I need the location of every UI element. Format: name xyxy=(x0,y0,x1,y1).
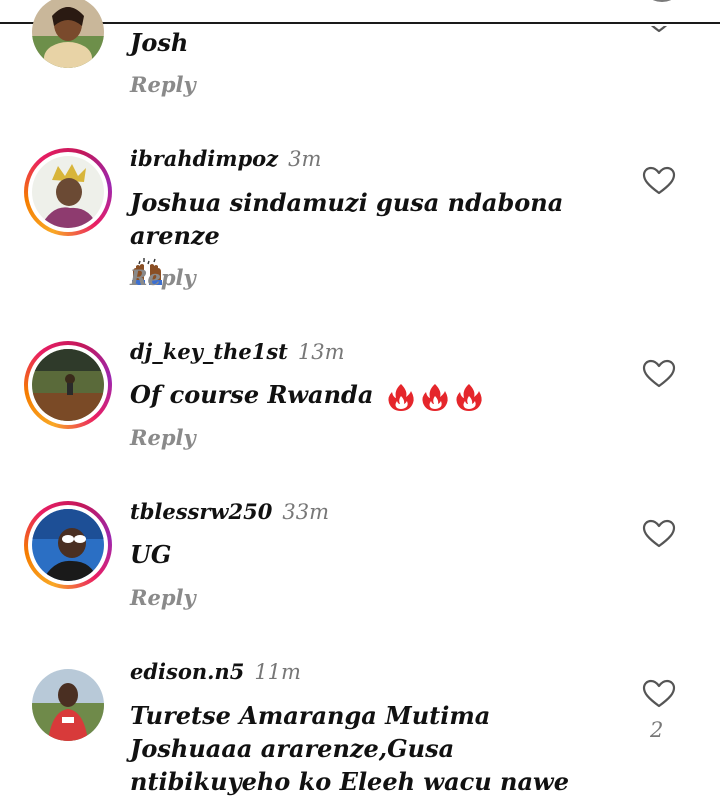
comment-body: Joshua sindamuzi gusa ndabona arenze xyxy=(130,188,564,250)
comment-text: Turetse Amaranga Mutima Joshuaaa ararenz… xyxy=(130,701,569,796)
timestamp: 3m xyxy=(288,147,322,171)
comment-text: Joshua sindamuzi gusa ndabona arenze xyxy=(130,186,620,286)
reply-button[interactable]: Reply xyxy=(130,265,196,290)
user-photo-avatar xyxy=(32,509,104,581)
like-count[interactable]: 2 xyxy=(650,718,663,742)
heart-outline-icon[interactable] xyxy=(642,26,676,34)
avatar-story-ring[interactable] xyxy=(24,501,112,589)
comment-meta: tblessrw250 33m xyxy=(130,499,329,524)
fire-icon xyxy=(456,383,482,411)
comment-text: Of course Rwanda xyxy=(130,378,620,412)
header-divider xyxy=(0,22,720,24)
user-photo-avatar xyxy=(32,669,104,741)
user-photo-avatar xyxy=(32,349,104,421)
reply-button[interactable]: Reply xyxy=(130,585,196,610)
username[interactable]: dj_key_the1st xyxy=(130,339,288,364)
username[interactable]: edison.n5 xyxy=(130,659,244,684)
comment-text: UG xyxy=(130,540,172,569)
comment-text: Josh xyxy=(130,28,189,57)
reply-button[interactable]: Reply xyxy=(130,72,196,97)
username[interactable]: ibrahdimpoz xyxy=(130,146,278,171)
avatar xyxy=(32,509,104,581)
avatar[interactable] xyxy=(32,669,104,741)
reply-button[interactable]: Reply xyxy=(130,425,196,450)
comment-body: Of course Rwanda xyxy=(130,380,374,409)
avatar xyxy=(32,156,104,228)
avatar xyxy=(32,349,104,421)
fire-icon xyxy=(388,383,414,411)
sheet-handle-button[interactable] xyxy=(640,0,684,2)
heart-outline-icon[interactable] xyxy=(642,679,676,709)
comment-meta: edison.n5 11m xyxy=(130,659,301,684)
timestamp: 11m xyxy=(254,660,301,684)
comment-meta: dj_key_the1st 13m xyxy=(130,339,345,364)
heart-outline-icon[interactable] xyxy=(642,519,676,549)
comments-screen: Josh Reply ibrahdimpoz 3m Joshua sindamuz… xyxy=(0,0,720,797)
timestamp: 13m xyxy=(297,340,345,364)
username[interactable]: tblessrw250 xyxy=(130,499,272,524)
fire-icon xyxy=(422,383,448,411)
heart-outline-icon[interactable] xyxy=(642,359,676,389)
avatar[interactable] xyxy=(32,0,104,68)
timestamp: 33m xyxy=(282,500,329,524)
user-photo-avatar xyxy=(32,156,104,228)
avatar-story-ring[interactable] xyxy=(24,341,112,429)
heart-outline-icon[interactable] xyxy=(642,166,676,196)
avatar-story-ring[interactable] xyxy=(24,148,112,236)
comment-meta: ibrahdimpoz 3m xyxy=(130,146,321,171)
user-photo-avatar xyxy=(32,0,104,68)
